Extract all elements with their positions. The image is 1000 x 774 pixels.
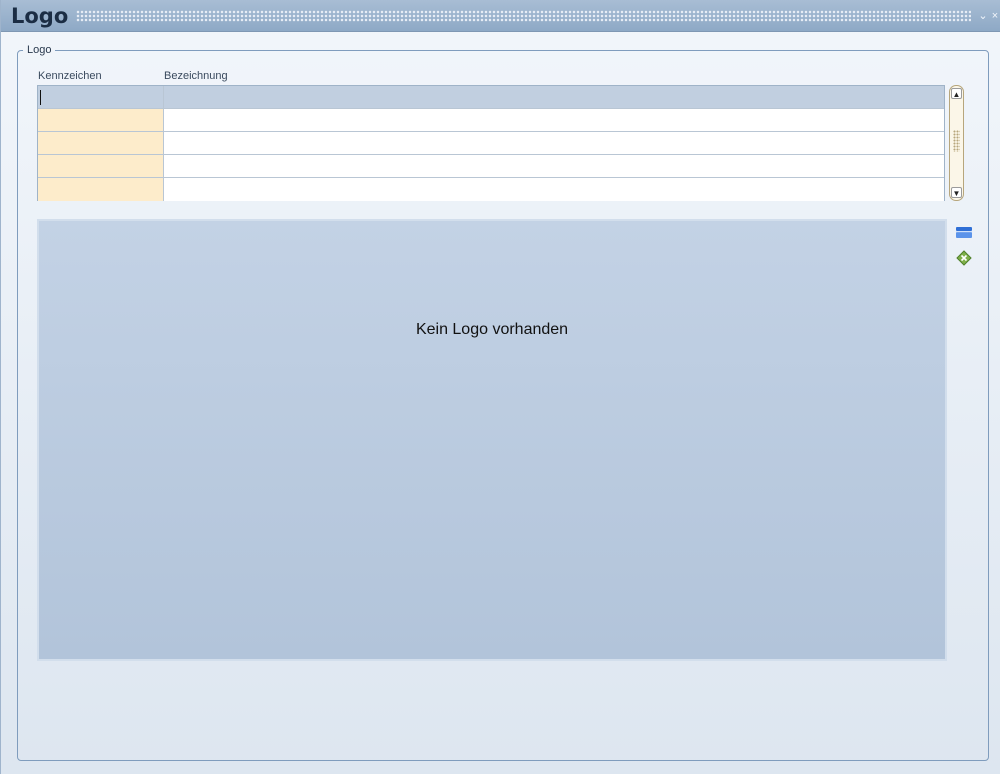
- cell-bezeichnung-input[interactable]: [164, 178, 944, 201]
- table-row[interactable]: [38, 86, 944, 109]
- group-label: Logo: [23, 44, 56, 56]
- table-row[interactable]: [38, 109, 944, 132]
- empty-logo-message: Kein Logo vorhanden: [415, 321, 569, 338]
- title-bar-grip[interactable]: [76, 9, 971, 22]
- logo-preview-area[interactable]: Kein Logo vorhanden: [37, 219, 947, 661]
- cell-kennzeichen-input[interactable]: [38, 178, 164, 201]
- minimize-icon[interactable]: ⌄: [977, 9, 989, 23]
- table-row[interactable]: [38, 155, 944, 178]
- title-bar[interactable]: Logo ⌄ ×: [1, 0, 1000, 32]
- column-header-kennzeichen[interactable]: Kennzeichen: [38, 70, 102, 82]
- table-scrollbar[interactable]: ▲ ▼: [949, 85, 964, 201]
- cell-bezeichnung-input[interactable]: [164, 132, 944, 154]
- close-icon[interactable]: ×: [989, 9, 1000, 23]
- cell-kennzeichen-input[interactable]: [38, 86, 164, 108]
- delete-image-icon[interactable]: [955, 249, 973, 267]
- text-caret: [40, 90, 41, 105]
- cell-kennzeichen-input[interactable]: [38, 155, 164, 177]
- table-row[interactable]: [38, 132, 944, 155]
- logo-window: Logo ⌄ × Logo Kennzeichen Bezeichnung ▲ …: [0, 0, 1000, 774]
- cell-kennzeichen-input[interactable]: [38, 109, 164, 131]
- logo-table: [37, 85, 945, 201]
- folder-open-icon[interactable]: [955, 224, 973, 242]
- cell-bezeichnung-input[interactable]: [164, 155, 944, 177]
- scroll-thumb-grip[interactable]: [953, 130, 960, 152]
- cell-bezeichnung-input[interactable]: [164, 109, 944, 131]
- scroll-up-icon[interactable]: ▲: [951, 88, 962, 99]
- cell-kennzeichen-input[interactable]: [38, 132, 164, 154]
- scroll-down-icon[interactable]: ▼: [951, 187, 962, 198]
- table-row[interactable]: [38, 178, 944, 201]
- cell-bezeichnung-input[interactable]: [164, 86, 944, 108]
- column-header-bezeichnung[interactable]: Bezeichnung: [164, 70, 228, 82]
- window-title: Logo: [11, 3, 69, 28]
